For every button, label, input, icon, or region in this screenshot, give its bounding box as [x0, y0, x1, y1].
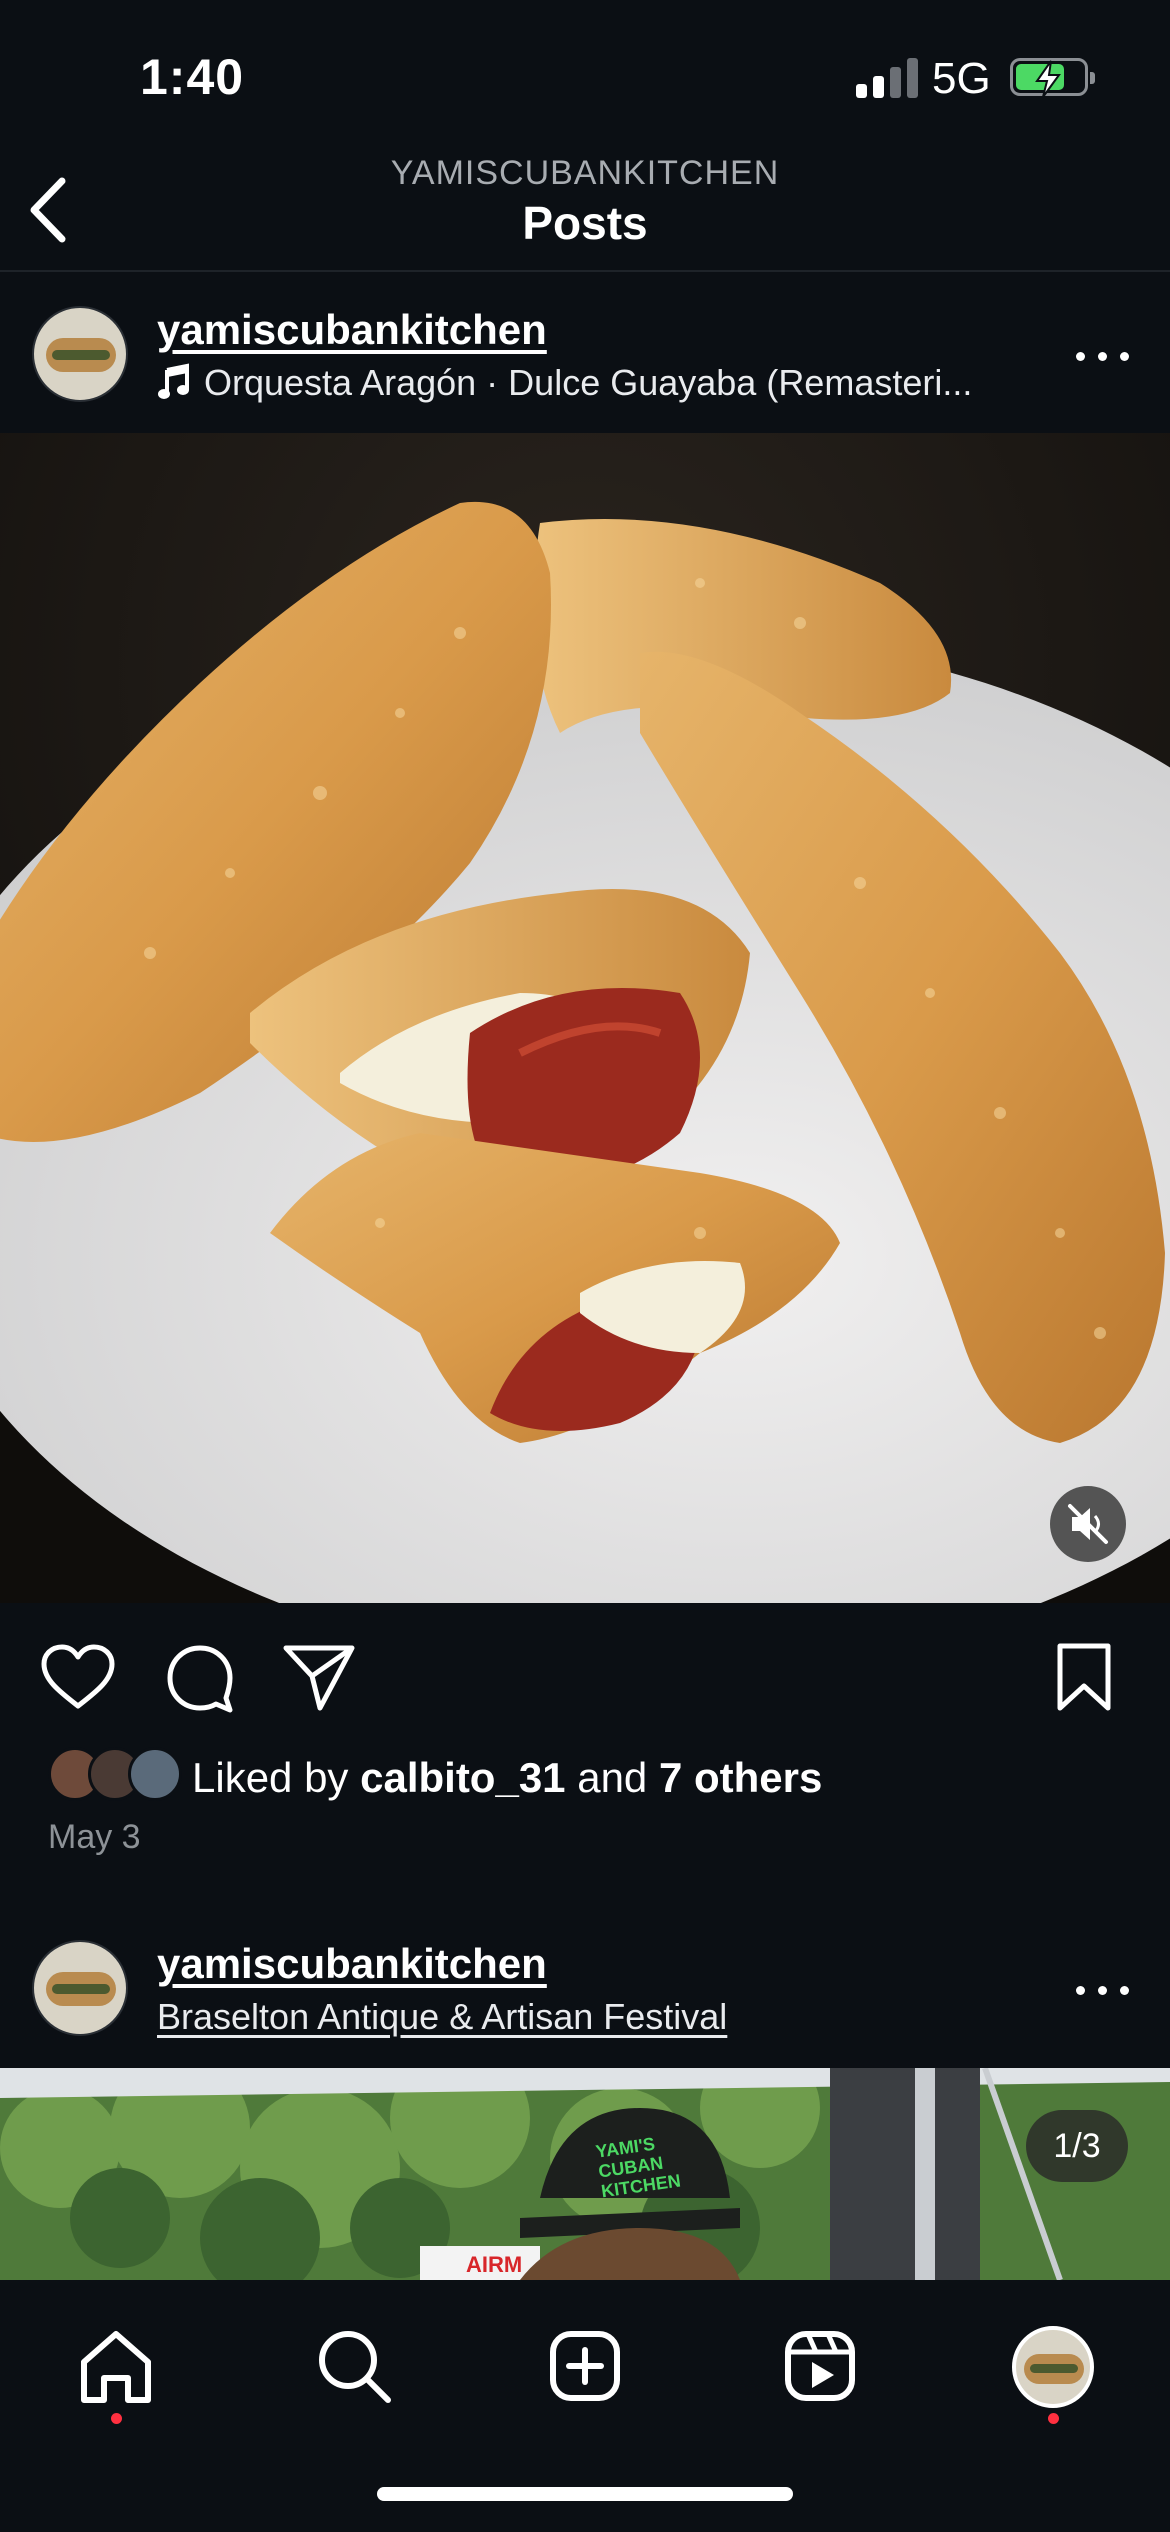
mute-icon[interactable] [1050, 1486, 1126, 1562]
network-type: 5G [932, 54, 991, 103]
post-media-empanadas[interactable] [0, 433, 1170, 1603]
profile-avatar[interactable] [1012, 2326, 1094, 2408]
heart-icon[interactable] [40, 1644, 116, 1710]
bookmark-icon[interactable] [1054, 1642, 1114, 1714]
header-divider [0, 270, 1170, 272]
liked-by-prefix: Liked by [192, 1754, 361, 1801]
page-title: Posts [522, 197, 648, 249]
liked-by-user[interactable]: calbito_31 [360, 1754, 565, 1801]
post-date: May 3 [48, 1818, 141, 1856]
comment-icon[interactable] [164, 1642, 236, 1714]
post-author-username[interactable]: yamiscubankitchen [157, 306, 547, 354]
liked-by-avatars[interactable] [48, 1747, 188, 1803]
post2-author-username[interactable]: yamiscubankitchen [157, 1940, 547, 1988]
liked-by-others[interactable]: 7 others [659, 1754, 822, 1801]
post2-media[interactable]: YAMI'S CUBAN KITCHEN AIRM [0, 2068, 1170, 2280]
reels-icon[interactable] [780, 2326, 860, 2406]
post2-more-options-icon[interactable] [1074, 1974, 1134, 2004]
profile-notification-dot [1048, 2413, 1059, 2424]
cellular-signal-icon [856, 58, 918, 98]
liked-by-text[interactable]: Liked by calbito_31 and 7 others [192, 1754, 822, 1802]
post-audio-track[interactable]: Orquesta Aragón · Dulce Guayaba (Remaste… [204, 362, 972, 404]
search-icon[interactable] [314, 2326, 394, 2406]
home-icon[interactable] [76, 2326, 156, 2406]
battery-icon [1010, 58, 1095, 98]
post2-location[interactable]: Braselton Antique & Artisan Festival [157, 1996, 727, 2038]
liked-by-mid: and [565, 1754, 659, 1801]
post2-author-avatar[interactable] [32, 1940, 128, 2036]
home-notification-dot [111, 2413, 122, 2424]
share-icon[interactable] [282, 1642, 356, 1712]
banner-text: AIRM [466, 2252, 523, 2277]
create-icon[interactable] [545, 2326, 625, 2406]
carousel-pager: 1/3 [1026, 2110, 1128, 2182]
post-author-avatar[interactable] [32, 306, 128, 402]
home-indicator [377, 2487, 793, 2501]
music-note-icon [157, 362, 197, 404]
header-username: YAMISCUBANKITCHEN [390, 154, 780, 192]
status-time: 1:40 [140, 49, 245, 105]
more-options-icon[interactable] [1074, 340, 1134, 370]
